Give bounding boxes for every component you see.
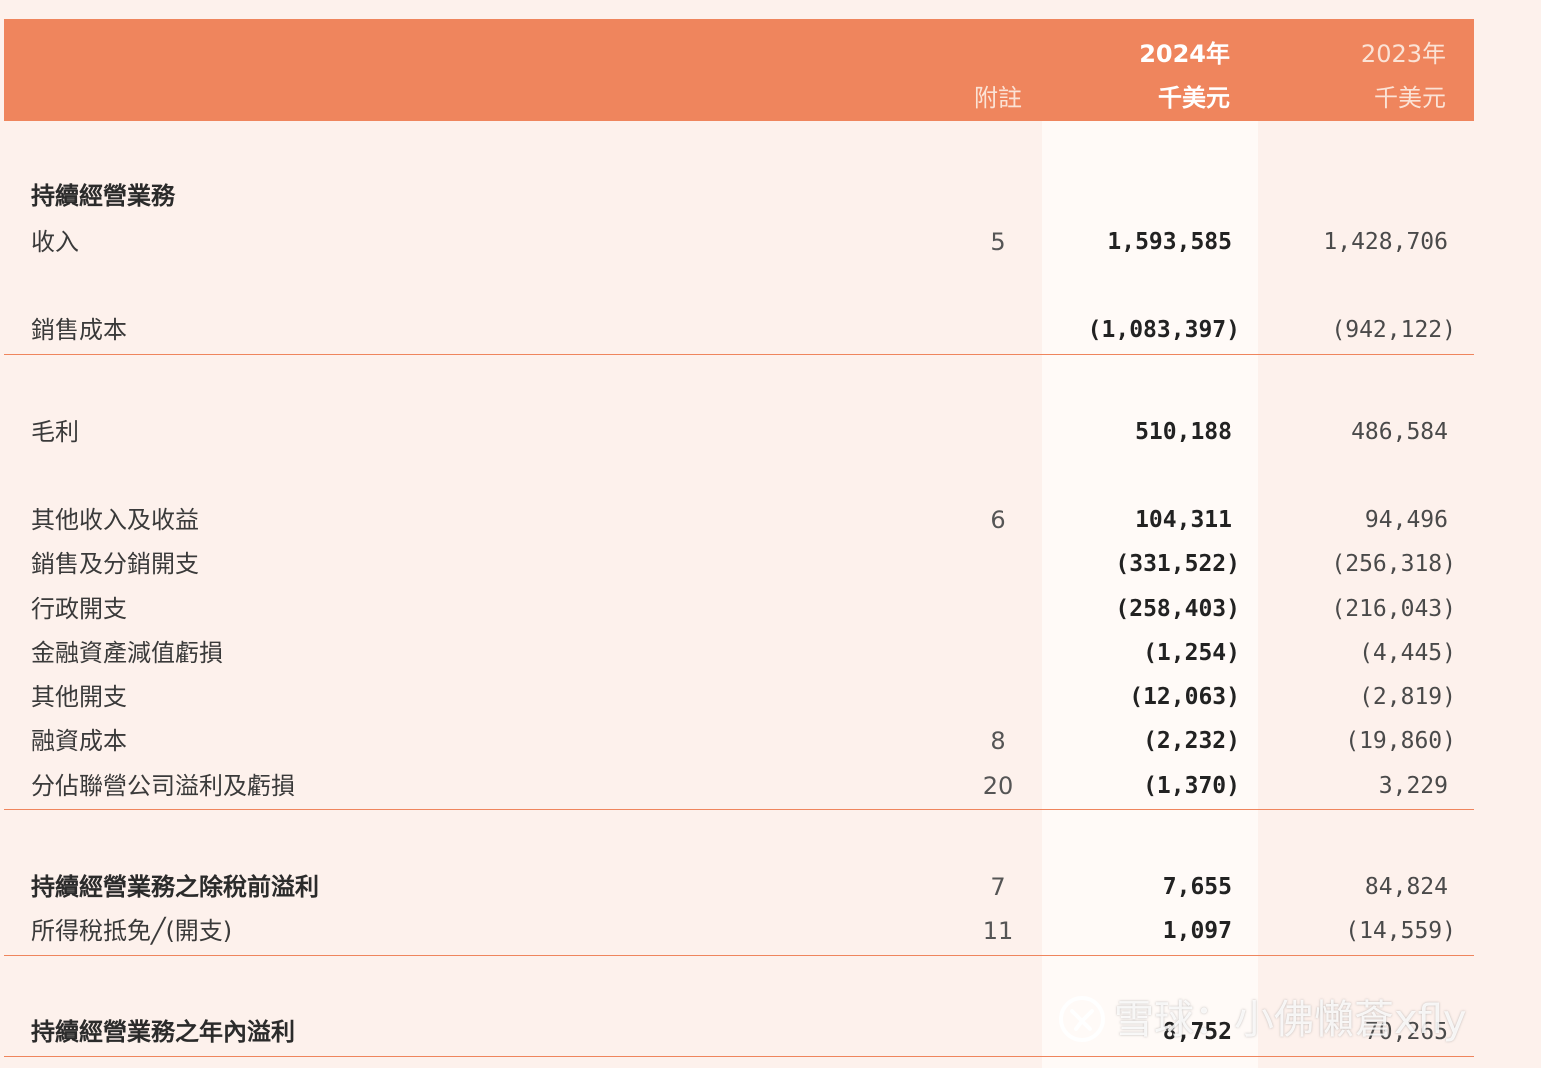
row-current-value: (1,254): [1143, 640, 1240, 666]
row-label: 銷售成本: [31, 316, 127, 344]
row-prior-value: 486,584: [1351, 419, 1448, 445]
row-label: 銷售及分銷開支: [31, 550, 199, 578]
row-current-value: (12,063): [1129, 684, 1240, 710]
row-label: 金融資產減值虧損: [31, 639, 223, 667]
current-unit-header: 千美元: [1158, 84, 1230, 112]
row-current-value: 1,593,585: [1107, 229, 1232, 255]
row-prior-value: (942,122): [1331, 317, 1456, 343]
row-current-value: (1,083,397): [1087, 317, 1240, 343]
row-prior-value: (2,819): [1359, 684, 1456, 710]
row-prior-value: 94,496: [1364, 507, 1448, 533]
watermark-text: 雪球：小佛懶蒼xfly: [1114, 997, 1467, 1043]
divider: [4, 1056, 1474, 1057]
row-note: 11: [982, 917, 1014, 945]
row-current-value: (258,403): [1115, 596, 1240, 622]
row-label: 其他收入及收益: [31, 506, 199, 534]
xueqiu-logo-icon: [1059, 996, 1105, 1042]
row-prior-value: (4,445): [1359, 640, 1456, 666]
row-current-value: 510,188: [1135, 419, 1232, 445]
row-label: 行政開支: [31, 595, 127, 623]
row-current-value: 7,655: [1162, 874, 1232, 900]
prior-year-header: 2023年: [1360, 40, 1446, 68]
row-label: 持續經營業務之年內溢利: [31, 1018, 295, 1046]
row-prior-value: 1,428,706: [1323, 229, 1448, 255]
income-statement-page: 附註 2024年 千美元 2023年 千美元 持續經營業務 收入 5 1,593…: [0, 0, 1541, 1068]
row-prior-value: 84,824: [1364, 874, 1448, 900]
current-year-header: 2024年: [1139, 40, 1230, 68]
row-label: 持續經營業務之除稅前溢利: [31, 873, 319, 901]
row-current-value: 104,311: [1135, 507, 1232, 533]
row-note: 8: [990, 727, 1006, 755]
row-prior-value: (19,860): [1345, 728, 1456, 754]
divider: [4, 809, 1474, 810]
row-note: 7: [990, 873, 1006, 901]
row-note: 20: [982, 772, 1014, 800]
row-label: 收入: [31, 228, 79, 256]
row-label: 所得稅抵免╱(開支): [31, 917, 233, 945]
row-current-value: (331,522): [1115, 551, 1240, 577]
row-current-value: 1,097: [1162, 918, 1232, 944]
row-label: 其他開支: [31, 683, 127, 711]
prior-unit-header: 千美元: [1374, 84, 1446, 112]
row-prior-value: (256,318): [1331, 551, 1456, 577]
row-current-value: (2,232): [1143, 728, 1240, 754]
row-label: 融資成本: [31, 727, 127, 755]
row-label: 分佔聯營公司溢利及虧損: [31, 772, 295, 800]
divider: [4, 955, 1474, 956]
row-prior-value: (216,043): [1331, 596, 1456, 622]
row-prior-value: (14,559): [1345, 918, 1456, 944]
row-label: 毛利: [31, 418, 79, 446]
row-note: 5: [990, 228, 1006, 256]
row-prior-value: 3,229: [1378, 773, 1448, 799]
row-note: 6: [990, 506, 1006, 534]
row-label: 持續經營業務: [31, 182, 175, 210]
divider: [4, 354, 1474, 355]
row-current-value: (1,370): [1143, 773, 1240, 799]
